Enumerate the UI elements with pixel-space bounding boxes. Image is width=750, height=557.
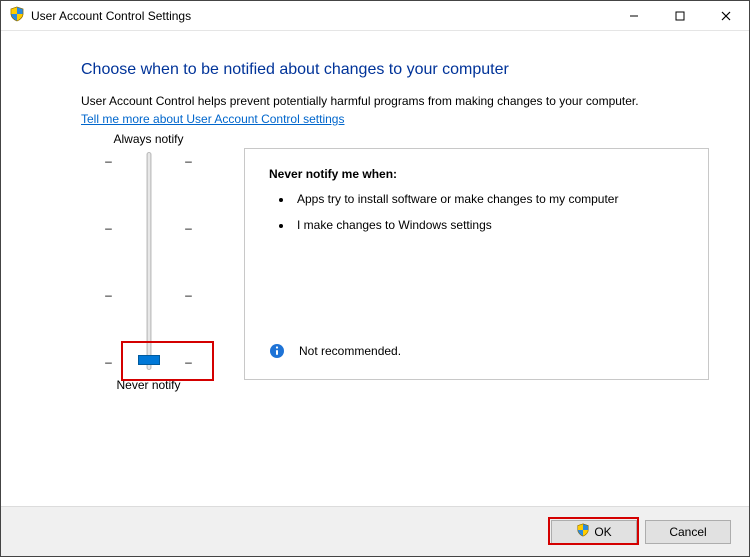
panel-item-2: I make changes to Windows settings [293, 217, 690, 233]
footer: OK Cancel [1, 506, 749, 556]
shield-icon [576, 523, 590, 540]
page-heading: Choose when to be notified about changes… [81, 61, 709, 79]
annotation-highlight-slider [121, 341, 214, 381]
minimize-button[interactable] [611, 1, 657, 31]
info-icon [269, 343, 285, 359]
description-panel: Never notify me when: Apps try to instal… [244, 148, 709, 380]
content-area: Choose when to be notified about changes… [1, 31, 749, 506]
panel-footer: Not recommended. [269, 343, 690, 365]
description-text: User Account Control helps prevent poten… [81, 93, 709, 110]
panel-title: Never notify me when: [269, 167, 690, 181]
close-icon [721, 11, 731, 21]
ok-label: OK [594, 525, 611, 539]
body-row: Always notify –– –– –– –– Never notify N… [81, 132, 709, 392]
cancel-button[interactable]: Cancel [645, 520, 731, 544]
slider-track [146, 152, 151, 370]
slider-top-label: Always notify [113, 132, 183, 146]
window-title: User Account Control Settings [31, 9, 191, 23]
ok-button[interactable]: OK [551, 520, 637, 544]
uac-window: User Account Control Settings Choose whe… [0, 0, 750, 557]
panel-item-1: Apps try to install software or make cha… [293, 191, 690, 207]
help-link[interactable]: Tell me more about User Account Control … [81, 112, 344, 126]
close-button[interactable] [703, 1, 749, 31]
notification-slider[interactable]: –– –– –– –– [104, 152, 194, 372]
shield-icon [9, 6, 25, 25]
maximize-button[interactable] [657, 1, 703, 31]
recommendation-text: Not recommended. [299, 344, 401, 358]
slider-column: Always notify –– –– –– –– Never notify [81, 132, 216, 392]
title-area: User Account Control Settings [9, 6, 611, 25]
slider-thumb[interactable] [138, 355, 160, 365]
minimize-icon [629, 11, 639, 21]
cancel-label: Cancel [669, 525, 706, 539]
slider-bottom-label: Never notify [116, 378, 180, 392]
panel-list: Apps try to install software or make cha… [277, 191, 690, 243]
maximize-icon [675, 11, 685, 21]
titlebar: User Account Control Settings [1, 1, 749, 31]
